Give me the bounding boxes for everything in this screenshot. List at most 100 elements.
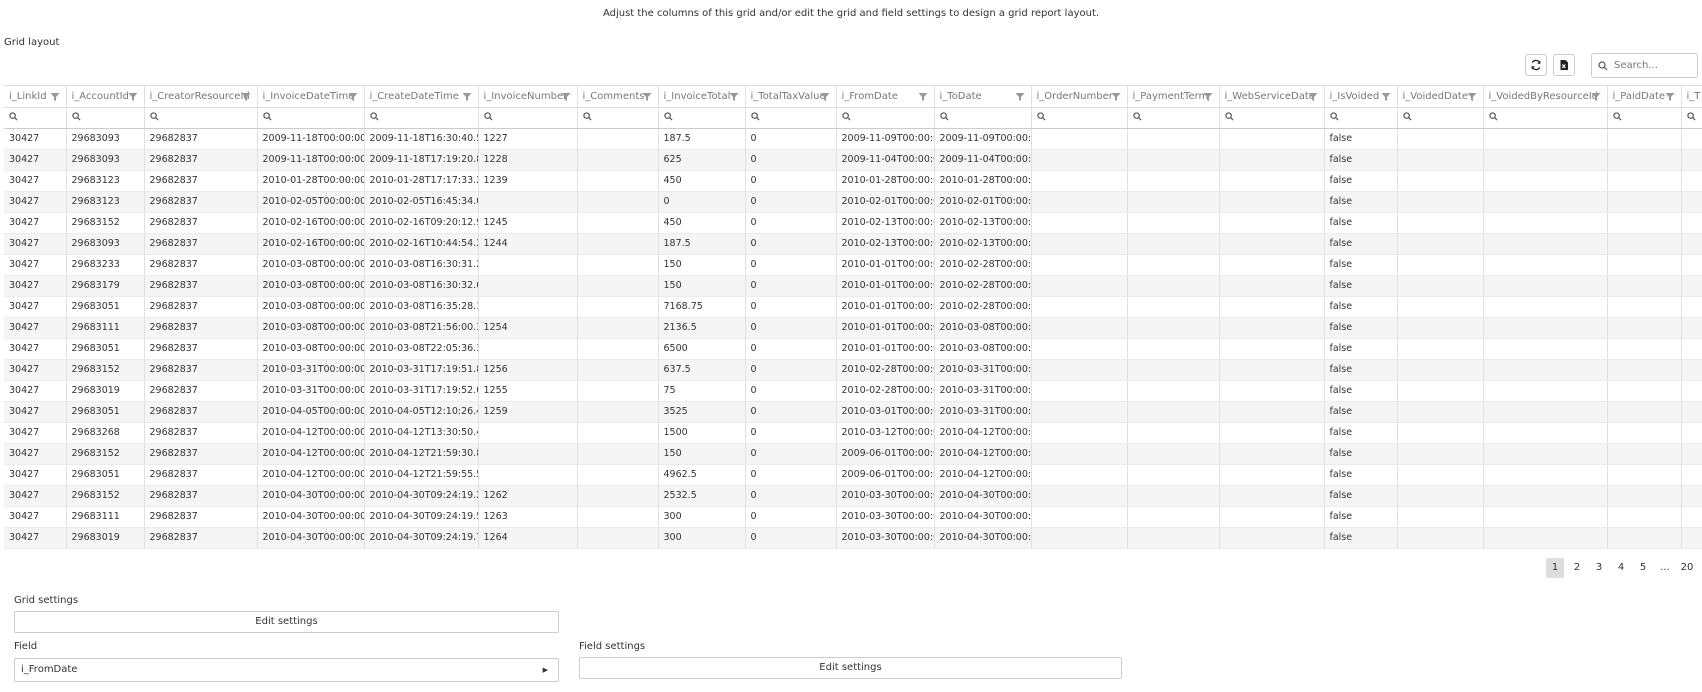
filter-icon[interactable] [241, 92, 251, 105]
filter-icon[interactable] [348, 92, 358, 105]
filter-icon[interactable] [1467, 92, 1477, 105]
column-header[interactable]: i_ToDate [934, 86, 1032, 108]
export-button[interactable] [1553, 54, 1575, 76]
filter-icon[interactable] [729, 92, 739, 105]
table-row[interactable]: 30427 29683152 29682837 2010-02-16T00:00:00… [4, 212, 1702, 234]
column-header[interactable]: i_IsVoided [1324, 86, 1398, 108]
column-header[interactable]: i_VoidedDate [1397, 86, 1484, 108]
column-header[interactable]: i_WebServiceDate [1219, 86, 1325, 108]
column-header[interactable]: i_InvoiceDateTime [257, 86, 365, 108]
table-row[interactable]: 30427 29683152 29682837 2010-04-30T00:00:00… [4, 485, 1702, 507]
table-row[interactable]: 30427 29683093 29682837 2009-11-18T00:00:00… [4, 149, 1702, 171]
page-button[interactable]: 4 [1612, 558, 1630, 578]
filter-icon[interactable] [1111, 92, 1121, 105]
table-row[interactable]: 30427 29683051 29682837 2010-03-08T00:00:00… [4, 338, 1702, 360]
column-filter-cell[interactable] [934, 107, 1032, 129]
page-button[interactable]: 1 [1546, 558, 1564, 578]
column-filter-cell[interactable] [1607, 107, 1682, 129]
table-cell: 7168.75 [658, 296, 746, 318]
column-header[interactable]: i_PaymentTerm [1127, 86, 1220, 108]
search-input[interactable] [1612, 59, 1696, 72]
column-filter-cell[interactable] [364, 107, 479, 129]
table-cell: false [1324, 506, 1398, 528]
column-header[interactable]: i_Comments [577, 86, 659, 108]
table-row[interactable]: 30427 29683051 29682837 2010-03-08T00:00:00… [4, 296, 1702, 318]
table-row[interactable]: 30427 29683152 29682837 2010-04-12T00:00:00… [4, 443, 1702, 465]
column-filter-cell[interactable] [577, 107, 659, 129]
column-filter-cell[interactable] [1324, 107, 1398, 129]
page-button[interactable]: 5 [1634, 558, 1652, 578]
column-filter-cell[interactable] [1397, 107, 1484, 129]
table-row[interactable]: 30427 29683093 29682837 2010-02-16T00:00:00… [4, 233, 1702, 255]
column-filter-cell[interactable] [257, 107, 365, 129]
table-row[interactable]: 30427 29683093 29682837 2009-11-18T00:00:00… [4, 128, 1702, 150]
column-header[interactable]: i_InvoiceTotal [658, 86, 746, 108]
filter-icon[interactable] [820, 92, 830, 105]
table-cell: 29683019 [66, 380, 145, 402]
filter-icon[interactable] [1591, 92, 1601, 105]
column-filter-cell[interactable] [1681, 107, 1702, 129]
column-filter-cell[interactable] [1483, 107, 1608, 129]
filter-icon[interactable] [1381, 92, 1391, 105]
table-row[interactable]: 30427 29683233 29682837 2010-03-08T00:00:00… [4, 254, 1702, 276]
column-filter-cell[interactable] [1127, 107, 1220, 129]
column-filter-cell[interactable] [144, 107, 258, 129]
column-header[interactable]: i_T [1681, 86, 1702, 108]
page-button[interactable]: 20 [1678, 558, 1696, 578]
table-cell: false [1324, 485, 1398, 507]
column-header[interactable]: i_LinkId [4, 86, 67, 108]
filter-icon[interactable] [561, 92, 571, 105]
filter-icon[interactable] [1203, 92, 1213, 105]
table-row[interactable]: 30427 29683051 29682837 2010-04-12T00:00:00… [4, 464, 1702, 486]
column-header[interactable]: i_OrderNumber [1031, 86, 1128, 108]
page-button[interactable]: 2 [1568, 558, 1586, 578]
table-cell [478, 275, 578, 297]
column-filter-cell[interactable] [66, 107, 145, 129]
table-row[interactable]: 30427 29683123 29682837 2010-01-28T00:00:00… [4, 170, 1702, 192]
column-filter-cell[interactable] [4, 107, 67, 129]
column-header[interactable]: i_PaidDate [1607, 86, 1682, 108]
column-filter-cell[interactable] [1219, 107, 1325, 129]
filter-icon[interactable] [128, 92, 138, 105]
table-cell: 2010-03-31T17:19:52.09 [364, 380, 479, 402]
column-header[interactable]: i_TotalTaxValue [745, 86, 837, 108]
column-filter-cell[interactable] [745, 107, 837, 129]
filter-icon[interactable] [1665, 92, 1675, 105]
column-filter-cell[interactable] [658, 107, 746, 129]
field-select[interactable]: i_FromDate ▶ [14, 658, 559, 682]
page-button[interactable]: 3 [1590, 558, 1608, 578]
column-header[interactable]: i_VoidedByResourceId [1483, 86, 1608, 108]
table-cell: 29683051 [66, 338, 145, 360]
filter-icon[interactable] [1308, 92, 1318, 105]
filter-icon[interactable] [642, 92, 652, 105]
column-header[interactable]: i_CreateDateTime [364, 86, 479, 108]
field-edit-settings-button[interactable]: Edit settings [579, 657, 1122, 679]
column-header[interactable]: i_CreatorResourceId [144, 86, 258, 108]
grid-edit-settings-button[interactable]: Edit settings [14, 611, 559, 633]
table-row[interactable]: 30427 29683152 29682837 2010-03-31T00:00:00… [4, 359, 1702, 381]
column-filter-cell[interactable] [836, 107, 935, 129]
table-cell: 2010-01-28T00:00:00 [257, 170, 365, 192]
table-row[interactable]: 30427 29683179 29682837 2010-03-08T00:00:00… [4, 275, 1702, 297]
column-header[interactable]: i_FromDate [836, 86, 935, 108]
filter-icon[interactable] [462, 92, 472, 105]
filter-icon[interactable] [50, 92, 60, 105]
table-row[interactable]: 30427 29683268 29682837 2010-04-12T00:00:00… [4, 422, 1702, 444]
table-cell: 2010-01-28T00:00:00 [836, 170, 935, 192]
column-filter-cell[interactable] [478, 107, 578, 129]
table-row[interactable]: 30427 29683111 29682837 2010-04-30T00:00:00… [4, 506, 1702, 528]
column-filter-cell[interactable] [1031, 107, 1128, 129]
table-row[interactable]: 30427 29683123 29682837 2010-02-05T00:00:00… [4, 191, 1702, 213]
filter-icon[interactable] [918, 92, 928, 105]
table-row[interactable]: 30427 29683019 29682837 2010-04-30T00:00:00… [4, 527, 1702, 549]
table-row[interactable]: 30427 29683051 29682837 2010-04-05T00:00:00… [4, 401, 1702, 423]
refresh-button[interactable] [1525, 54, 1547, 76]
table-cell: 30427 [4, 170, 67, 192]
table-row[interactable]: 30427 29683111 29682837 2010-03-08T00:00:00… [4, 317, 1702, 339]
column-header[interactable]: i_InvoiceNumber [478, 86, 578, 108]
table-row[interactable]: 30427 29683019 29682837 2010-03-31T00:00:00… [4, 380, 1702, 402]
table-cell [577, 128, 659, 150]
filter-icon[interactable] [1015, 92, 1025, 105]
column-header[interactable]: i_AccountId [66, 86, 145, 108]
search-box[interactable] [1591, 53, 1698, 78]
